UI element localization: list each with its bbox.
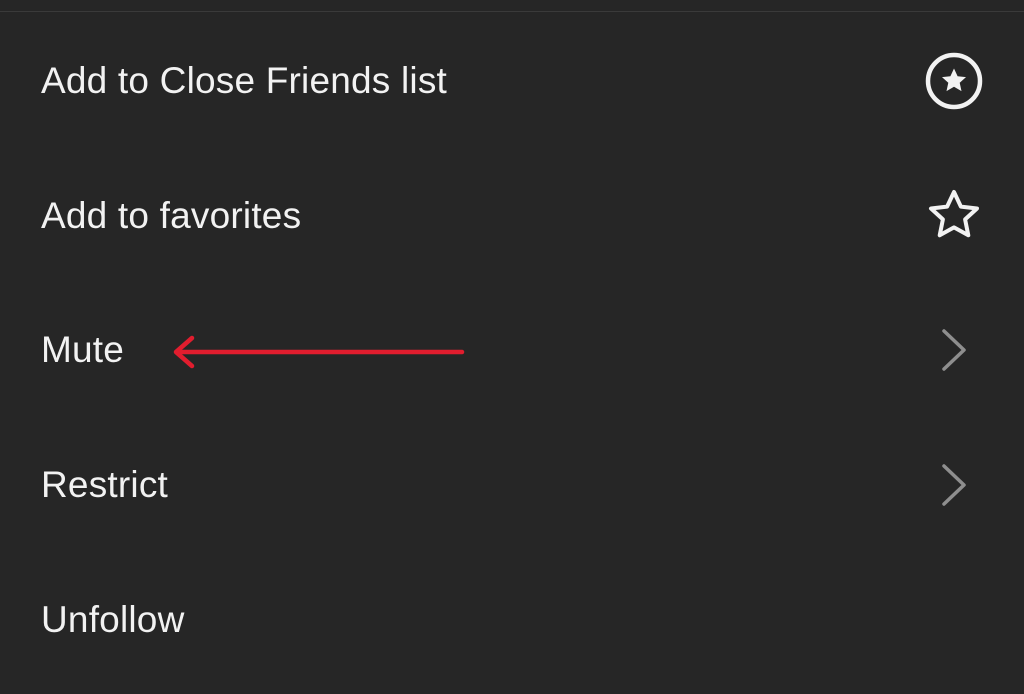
chevron-right-icon <box>942 464 966 506</box>
menu-item-label: Unfollow <box>41 599 185 640</box>
menu-item-label: Add to Close Friends list <box>41 60 448 101</box>
top-divider <box>0 11 1024 12</box>
star-outline-icon <box>929 190 979 238</box>
menu-item-label: Mute <box>41 329 125 370</box>
menu-item-add-to-favorites[interactable]: Add to favorites <box>0 149 1024 283</box>
menu-item-label: Restrict <box>41 464 168 505</box>
chevron-right-icon <box>942 329 966 371</box>
menu-item-add-to-close-friends[interactable]: Add to Close Friends list <box>0 14 1024 148</box>
menu-item-restrict[interactable]: Restrict <box>0 418 1024 552</box>
close-friends-star-circle-icon <box>925 52 983 110</box>
menu-item-mute[interactable]: Mute <box>0 283 1024 417</box>
profile-options-sheet: Add to Close Friends list Add to favorit… <box>0 0 1024 694</box>
menu-item-label: Add to favorites <box>41 195 302 236</box>
menu-item-unfollow[interactable]: Unfollow <box>0 553 1024 687</box>
